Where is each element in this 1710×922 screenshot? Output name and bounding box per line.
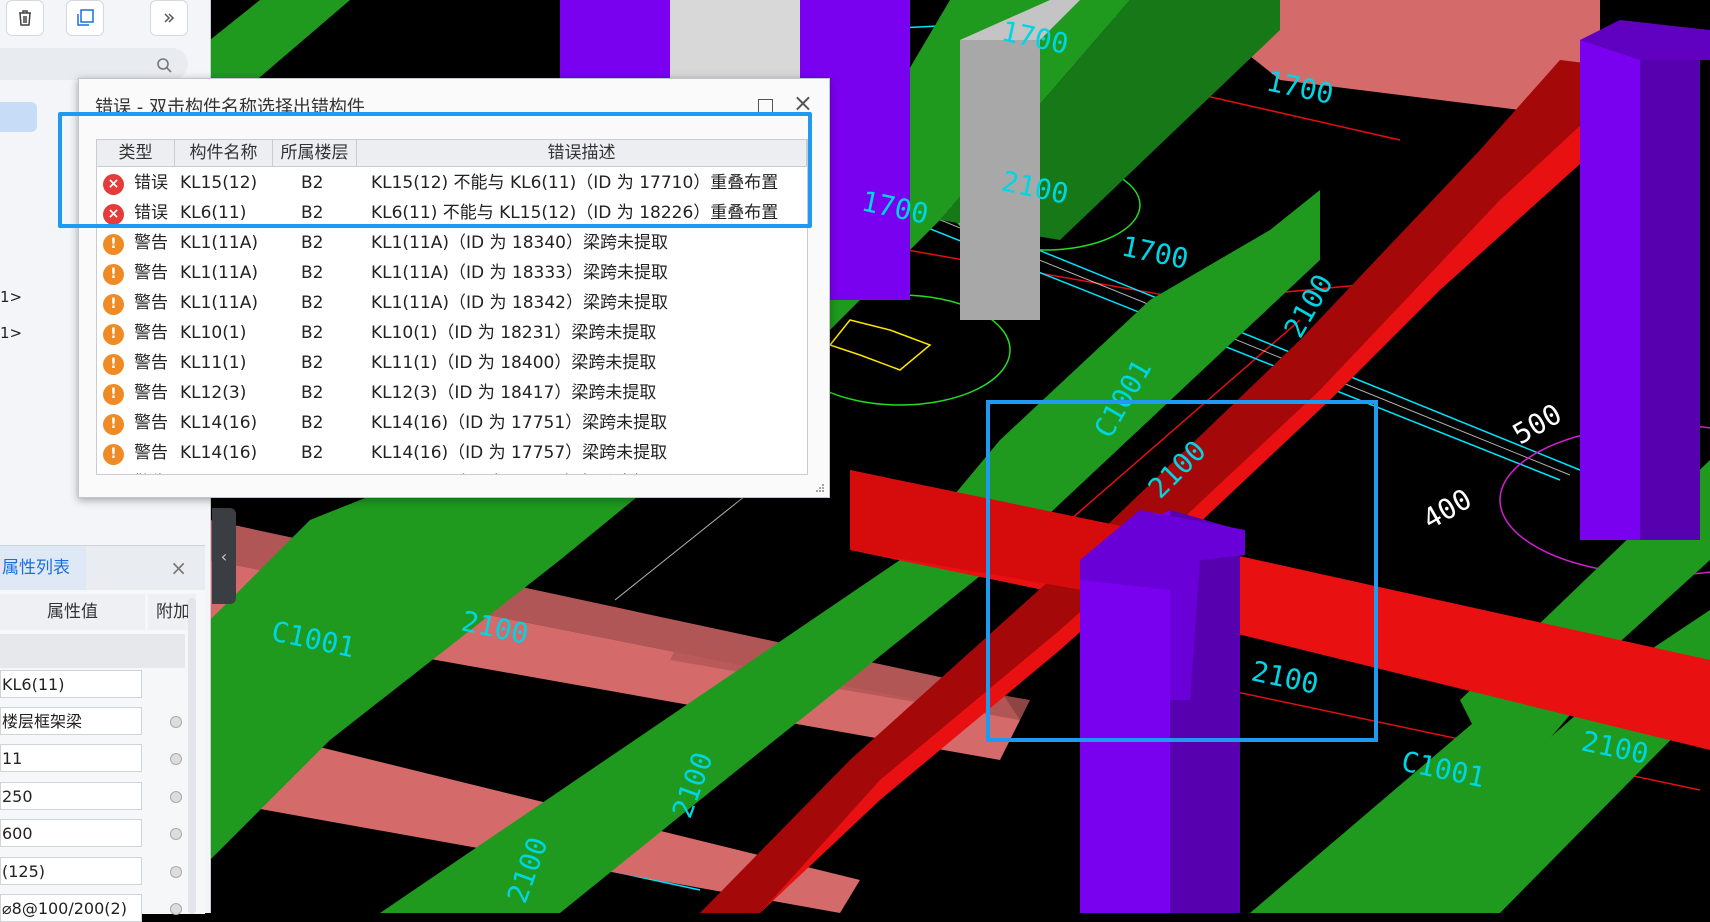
warning-row[interactable]: ! 警告 KL14(16) B2 KL14(16)（ID 为 17757）梁跨未提取 xyxy=(97,438,807,468)
cell-component-name: KL14(16) xyxy=(180,468,257,474)
cell-error-description: KL14(16)（ID 为 17757）梁跨未提取 xyxy=(371,443,668,463)
property-width[interactable]: 250 xyxy=(0,782,142,810)
component-search-input[interactable] xyxy=(0,48,188,80)
cell-error-description: KL1(11A)（ID 为 18333）梁跨未提取 xyxy=(371,263,668,283)
warning-row[interactable]: ! 警告 KL14(16) B2 KL14(16)（ID 为 17751）梁跨未提取 xyxy=(97,408,807,438)
cell-error-description: KL10(1)（ID 为 18231）梁跨未提取 xyxy=(371,323,657,343)
properties-header: 属性列表 × xyxy=(0,546,205,590)
column-property-value: 属性值 xyxy=(0,594,145,630)
expand-toolbar-button[interactable] xyxy=(150,0,188,36)
warning-icon: ! xyxy=(103,414,124,435)
warning-row[interactable]: ! 警告 KL12(3) B2 KL12(3)（ID 为 18417）梁跨未提取 xyxy=(97,378,807,408)
cell-error-description: KL14(16)（ID 为 17759）梁跨未提取 xyxy=(371,468,667,474)
cell-error-description: KL14(16)（ID 为 17751）梁跨未提取 xyxy=(371,413,668,433)
property-offset[interactable]: (125) xyxy=(0,857,142,885)
cell-type: 警告 xyxy=(134,413,168,433)
cell-type: 警告 xyxy=(134,353,168,373)
delete-button[interactable] xyxy=(6,0,44,36)
cell-type: 警告 xyxy=(134,383,168,403)
tree-item-selected[interactable] xyxy=(0,102,37,132)
warning-icon: ! xyxy=(103,264,124,285)
warning-row[interactable]: ! 警告 KL11(1) B2 KL11(1)（ID 为 18400）梁跨未提取 xyxy=(97,348,807,378)
warning-row[interactable]: ! 警告 KL14(16) B2 KL14(16)（ID 为 17759）梁跨未提取 xyxy=(97,468,807,475)
warning-icon: ! xyxy=(103,354,124,375)
cell-floor: B2 xyxy=(301,383,324,403)
warning-icon: ! xyxy=(103,324,124,345)
cell-floor: B2 xyxy=(301,323,324,343)
cell-type: 警告 xyxy=(134,468,168,474)
cell-type: 警告 xyxy=(134,293,168,313)
cell-type: 警告 xyxy=(134,443,168,463)
properties-close-button[interactable]: × xyxy=(170,556,187,580)
cell-component-name: KL12(3) xyxy=(180,383,247,403)
cell-component-name: KL14(16) xyxy=(180,443,258,463)
cell-floor: B2 xyxy=(301,468,323,474)
cell-type: 警告 xyxy=(134,323,168,343)
warning-row[interactable]: ! 警告 KL10(1) B2 KL10(1)（ID 为 18231）梁跨未提取 xyxy=(97,318,807,348)
chevron-left-icon: ‹ xyxy=(220,546,228,566)
search-icon xyxy=(157,58,172,73)
property-extra-checkbox[interactable] xyxy=(170,903,182,915)
cell-floor: B2 xyxy=(301,443,324,463)
cell-error-description: KL11(1)（ID 为 18400）梁跨未提取 xyxy=(371,353,657,373)
cell-type: 警告 xyxy=(134,263,168,283)
warning-row[interactable]: ! 警告 KL1(11A) B2 KL1(11A)（ID 为 18342）梁跨未提取 xyxy=(97,288,807,318)
property-stirrup[interactable]: ⌀8@100/200(2) xyxy=(0,894,142,922)
cell-component-name: KL14(16) xyxy=(180,413,258,433)
cell-component-name: KL10(1) xyxy=(180,323,247,343)
property-extra-checkbox[interactable] xyxy=(170,866,182,878)
warning-row[interactable]: ! 警告 KL1(11A) B2 KL1(11A)（ID 为 18340）梁跨未提取 xyxy=(97,228,807,258)
property-type[interactable]: 楼层框架梁 xyxy=(0,707,142,735)
cell-component-name: KL1(11A) xyxy=(180,293,258,313)
property-extra-checkbox[interactable] xyxy=(170,828,182,840)
cell-floor: B2 xyxy=(301,263,324,283)
tree-item[interactable]: 1> xyxy=(0,324,22,342)
warning-icon: ! xyxy=(103,474,124,475)
tree-item[interactable]: 1> xyxy=(0,288,22,306)
copy-icon xyxy=(77,9,94,26)
copy-button[interactable] xyxy=(66,0,104,36)
error-rows-highlight-box xyxy=(58,112,812,228)
property-extra-checkbox[interactable] xyxy=(170,753,182,765)
property-span-count[interactable]: 11 xyxy=(0,744,142,772)
cell-component-name: KL1(11A) xyxy=(180,233,258,253)
warning-icon: ! xyxy=(103,384,124,405)
resize-grip-icon[interactable] xyxy=(815,483,825,493)
double-chevron-right-icon xyxy=(164,13,175,23)
properties-group-row xyxy=(0,634,185,668)
cell-error-description: KL12(3)（ID 为 18417）梁跨未提取 xyxy=(371,383,657,403)
warning-icon: ! xyxy=(103,234,124,255)
property-height[interactable]: 600 xyxy=(0,819,142,847)
panel-collapse-handle[interactable]: ‹ xyxy=(212,508,236,604)
warning-row[interactable]: ! 警告 KL1(11A) B2 KL1(11A)（ID 为 18333）梁跨未提取 xyxy=(97,258,807,288)
warning-icon: ! xyxy=(103,294,124,315)
warning-icon: ! xyxy=(103,444,124,465)
property-extra-checkbox[interactable] xyxy=(170,716,182,728)
trash-icon xyxy=(19,10,31,26)
property-extra-checkbox[interactable] xyxy=(170,791,182,803)
cell-type: 警告 xyxy=(134,233,168,253)
cell-component-name: KL1(11A) xyxy=(180,263,258,283)
cell-floor: B2 xyxy=(301,353,324,373)
cell-floor: B2 xyxy=(301,413,324,433)
cell-floor: B2 xyxy=(301,233,324,253)
cell-error-description: KL1(11A)（ID 为 18340）梁跨未提取 xyxy=(371,233,668,253)
cell-component-name: KL11(1) xyxy=(180,353,247,373)
property-name[interactable]: KL6(11) xyxy=(0,670,142,698)
cell-floor: B2 xyxy=(301,293,324,313)
cell-error-description: KL1(11A)（ID 为 18342）梁跨未提取 xyxy=(371,293,668,313)
properties-panel: 属性列表 × 属性值 附加 KL6(11) 楼层框架梁 11 250 600 (… xyxy=(0,545,205,922)
tab-property-list[interactable]: 属性列表 xyxy=(0,546,86,590)
properties-scrollbar[interactable] xyxy=(188,598,196,914)
